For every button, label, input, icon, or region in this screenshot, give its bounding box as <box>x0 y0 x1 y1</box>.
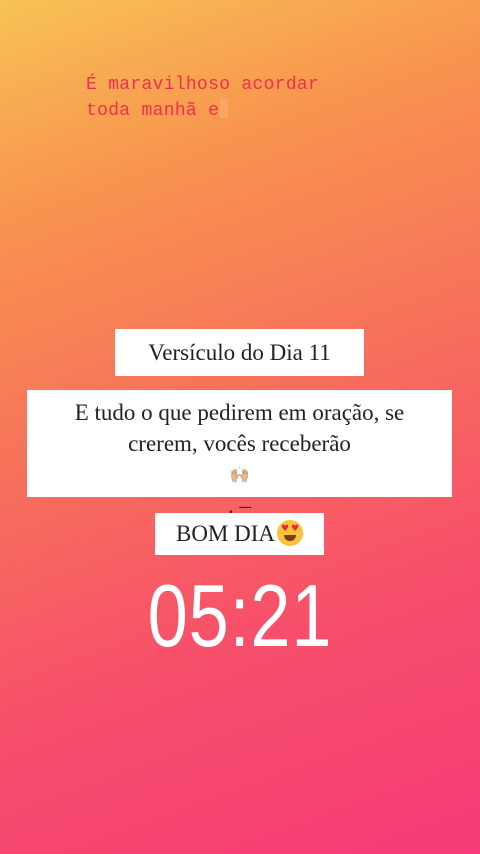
caption-line-1: É maravilhoso acordar <box>86 75 320 95</box>
greeting-text: BOM DIA <box>175 521 276 546</box>
text-cursor <box>220 98 229 118</box>
heart-eyes-icon: ♥ ♥ <box>277 520 304 546</box>
verse-line-2-text: crerem, vocês receberão <box>128 431 351 456</box>
verse-title: Versículo do Dia 11 <box>148 340 331 365</box>
verse-card: E tudo o que pedirem em oração, se crere… <box>27 390 452 549</box>
clock-time: 05:21 <box>147 566 333 665</box>
caption-line-2: toda manhã e <box>86 98 406 124</box>
typewriter-caption: É maravilhoso acordar toda manhã e <box>86 72 406 124</box>
caption-line-2-text: toda manhã e <box>86 101 220 121</box>
raised-hands-icon: 🙌🏼 <box>229 465 250 484</box>
verse-line-1: E tudo o que pedirem em oração, se <box>74 400 405 425</box>
verse-title-card: Versículo do Dia 11 <box>115 329 364 376</box>
greeting-card: BOM DIA ♥ ♥ <box>155 513 324 555</box>
verse-line-2: crerem, vocês receberão 🙌🏼. – <box>27 428 452 521</box>
